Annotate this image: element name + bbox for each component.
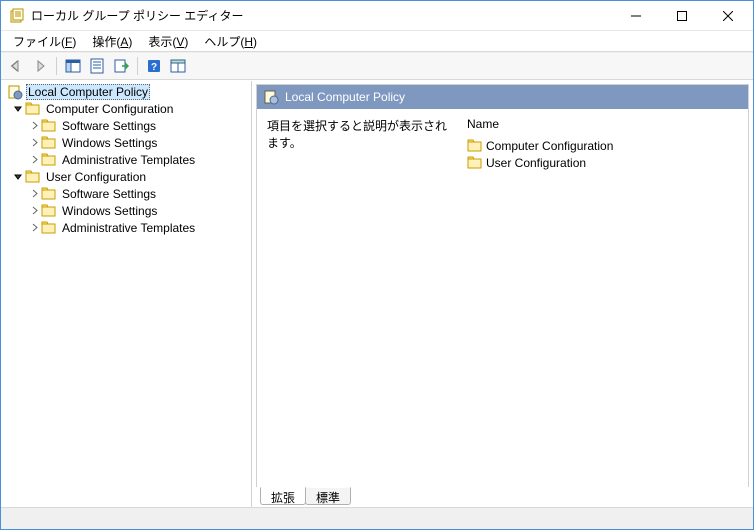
chevron-right-icon[interactable] [27,121,41,130]
tree-root-label: Local Computer Policy [26,84,150,100]
tree: Local Computer Policy Computer Configura… [3,83,249,236]
tree-root[interactable]: Local Computer Policy [3,83,249,100]
chevron-down-icon[interactable] [11,104,25,113]
list-item[interactable]: User Configuration [467,154,738,171]
menu-help[interactable]: ヘルプ(H) [196,31,265,52]
svg-text:?: ? [151,62,157,73]
chevron-down-icon[interactable] [11,172,25,181]
chevron-right-icon[interactable] [27,223,41,232]
maximize-button[interactable] [659,1,705,30]
menubar: ファイル(F) 操作(A) 表示(V) ヘルプ(H) [1,31,753,52]
forward-button[interactable] [29,55,51,77]
tree-windows-settings[interactable]: Windows Settings [3,134,249,151]
folder-icon [41,118,57,134]
tree-admin-templates[interactable]: Administrative Templates [3,151,249,168]
detail-title: Local Computer Policy [285,90,405,104]
tree-software-settings[interactable]: Software Settings [3,185,249,202]
tree-item-label: Administrative Templates [60,153,197,167]
tree-item-label: Computer Configuration [44,102,175,116]
window-controls [613,1,751,30]
export-list-button[interactable] [110,55,132,77]
toolbar-separator [137,57,138,75]
column-header-name[interactable]: Name [467,117,738,137]
show-hide-tree-button[interactable] [62,55,84,77]
detail-body: 項目を選択すると説明が表示されます。 Name Computer Configu… [257,109,748,487]
tree-windows-settings[interactable]: Windows Settings [3,202,249,219]
folder-icon [41,152,57,168]
toolbar-separator [56,57,57,75]
folder-icon [41,203,57,219]
policy-icon [7,84,23,100]
chevron-right-icon[interactable] [27,189,41,198]
menu-action[interactable]: 操作(A) [84,31,140,52]
policy-icon [263,89,279,105]
folder-icon [41,186,57,202]
tree-item-label: Administrative Templates [60,221,197,235]
folder-icon [25,101,41,117]
list-item-label: User Configuration [486,156,586,170]
tree-pane[interactable]: Local Computer Policy Computer Configura… [1,81,252,507]
tree-item-label: Windows Settings [60,136,159,150]
tree-computer-config[interactable]: Computer Configuration [3,100,249,117]
properties-button[interactable] [86,55,108,77]
menu-file[interactable]: ファイル(F) [5,31,84,52]
detail-pane: Local Computer Policy 項目を選択すると説明が表示されます。… [252,81,753,507]
folder-icon [41,220,57,236]
detail-header: Local Computer Policy [257,85,748,109]
list-item-label: Computer Configuration [486,139,613,153]
chevron-right-icon[interactable] [27,206,41,215]
titlebar: ローカル グループ ポリシー エディター [1,1,753,31]
bottom-tabs: 拡張 標準 [252,487,753,507]
detail-container: Local Computer Policy 項目を選択すると説明が表示されます。… [256,84,749,487]
window-title: ローカル グループ ポリシー エディター [31,7,613,24]
folder-icon [467,138,483,154]
tree-user-config[interactable]: User Configuration [3,168,249,185]
folder-icon [41,135,57,151]
toolbar: ? [1,52,753,80]
tree-item-label: Software Settings [60,119,158,133]
tree-item-label: Windows Settings [60,204,159,218]
tree-admin-templates[interactable]: Administrative Templates [3,219,249,236]
tab-standard[interactable]: 標準 [305,487,351,505]
app-icon [9,8,25,24]
folder-icon [25,169,41,185]
statusbar [1,507,753,529]
close-button[interactable] [705,1,751,30]
chevron-right-icon[interactable] [27,138,41,147]
filter-button[interactable] [167,55,189,77]
detail-list: Name Computer Configuration User Configu… [467,117,738,479]
menu-view[interactable]: 表示(V) [140,31,196,52]
back-button[interactable] [5,55,27,77]
detail-description: 項目を選択すると説明が表示されます。 [267,117,447,479]
tab-extended[interactable]: 拡張 [260,487,306,505]
folder-icon [467,155,483,171]
help-button[interactable]: ? [143,55,165,77]
chevron-right-icon[interactable] [27,155,41,164]
minimize-button[interactable] [613,1,659,30]
tree-software-settings[interactable]: Software Settings [3,117,249,134]
tree-item-label: User Configuration [44,170,148,184]
content-area: Local Computer Policy Computer Configura… [1,80,753,507]
tree-item-label: Software Settings [60,187,158,201]
list-item[interactable]: Computer Configuration [467,137,738,154]
